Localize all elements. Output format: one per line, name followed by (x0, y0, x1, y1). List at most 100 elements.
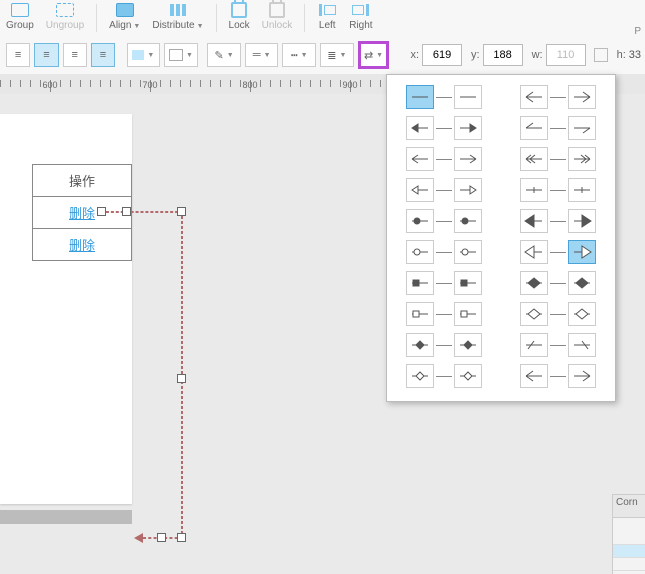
y-label: y: (471, 49, 480, 61)
lock-button[interactable]: Lock (229, 2, 250, 31)
arrow-row (505, 175, 611, 205)
handle[interactable] (177, 207, 186, 216)
arrow-row (505, 330, 611, 360)
arrow-row (391, 206, 497, 236)
arrow-end-option[interactable] (568, 178, 596, 202)
arrow-start-option[interactable] (406, 85, 434, 109)
arrow-row (505, 82, 611, 112)
opacity-button[interactable]: ▼ (164, 43, 198, 67)
arrow-end-option[interactable] (568, 333, 596, 357)
handle[interactable] (177, 533, 186, 542)
fill-color-button[interactable]: ▼ (127, 43, 161, 67)
arrow-end-option[interactable] (454, 85, 482, 109)
page: 操作 删除 删除 (0, 114, 132, 504)
distribute-button[interactable]: Distribute▼ (152, 2, 203, 31)
text-align-right-button[interactable]: ≡ (63, 43, 87, 67)
handle[interactable] (157, 533, 166, 542)
arrow-start-option[interactable] (520, 116, 548, 140)
ungroup-button[interactable]: Ungroup (46, 2, 84, 31)
connector-arrow-icon (134, 533, 143, 543)
arrow-start-option[interactable] (520, 271, 548, 295)
align-left-button[interactable]: Left (317, 2, 337, 31)
arrow-start-option[interactable] (406, 271, 434, 295)
arrow-end-option[interactable] (568, 85, 596, 109)
arrow-end-option[interactable] (568, 302, 596, 326)
handle[interactable] (122, 207, 131, 216)
arrow-row (391, 144, 497, 174)
delete-link[interactable]: 删除 (69, 206, 95, 221)
arrow-end-option[interactable] (454, 333, 482, 357)
panel-row[interactable] (613, 518, 645, 545)
linestyle-icon: ≣ (327, 49, 336, 62)
arrow-end-option[interactable] (568, 364, 596, 388)
line-weight-button[interactable]: ═▼ (245, 43, 279, 67)
page-shadow (0, 510, 132, 524)
arrow-start-option[interactable] (406, 302, 434, 326)
arrow-row (391, 237, 497, 267)
line-style-button[interactable]: ≣▼ (320, 43, 354, 67)
text-align-left-button[interactable]: ≡ (6, 43, 30, 67)
line-color-button[interactable]: ✎▼ (207, 43, 241, 67)
arrow-end-option[interactable] (568, 116, 596, 140)
arrow-start-option[interactable] (406, 240, 434, 264)
arrow-end-option[interactable] (454, 240, 482, 264)
text-align-center-button[interactable]: ≡ (34, 43, 58, 67)
arrow-end-option[interactable] (454, 147, 482, 171)
arrow-start-option[interactable] (406, 116, 434, 140)
arrow-start-option[interactable] (406, 178, 434, 202)
arrow-start-option[interactable] (520, 85, 548, 109)
panel-row[interactable] (613, 545, 645, 558)
arrow-style-button[interactable]: ⇄▼ (358, 41, 390, 69)
arrow-start-option[interactable] (406, 333, 434, 357)
arrow-end-option[interactable] (454, 116, 482, 140)
panel-row[interactable] (613, 558, 645, 571)
arrow-start-option[interactable] (406, 147, 434, 171)
h-label: h: (617, 49, 626, 61)
arrow-end-option[interactable] (568, 271, 596, 295)
delete-link[interactable]: 删除 (69, 238, 95, 253)
group-button[interactable]: Group (6, 2, 34, 31)
arrow-start-option[interactable] (520, 240, 548, 264)
arrow-row (391, 82, 497, 112)
w-label: w: (532, 49, 543, 61)
arrow-end-option[interactable] (454, 209, 482, 233)
vertical-align-button[interactable]: ≡ (91, 43, 115, 67)
unlock-button[interactable]: Unlock (262, 2, 293, 31)
arrow-row (391, 175, 497, 205)
divider (96, 4, 97, 32)
arrow-row (505, 206, 611, 236)
toolbar-top: Group Ungroup Align▼ Distribute▼ Lock Un… (0, 0, 645, 39)
align-center-icon: ≡ (43, 49, 49, 61)
y-input[interactable] (483, 44, 523, 66)
arrow-style-icon: ⇄ (364, 49, 373, 62)
align-button[interactable]: Align▼ (109, 2, 140, 31)
line-dash-button[interactable]: ┅▼ (282, 43, 316, 67)
arrow-start-option[interactable] (520, 178, 548, 202)
arrow-row (505, 113, 611, 143)
rotate-icon[interactable] (594, 48, 608, 62)
arrow-start-option[interactable] (520, 209, 548, 233)
handle[interactable] (97, 207, 106, 216)
arrow-end-option[interactable] (454, 302, 482, 326)
arrow-row (391, 113, 497, 143)
arrow-start-option[interactable] (520, 364, 548, 388)
arrow-end-option[interactable] (568, 209, 596, 233)
connector-seg1[interactable] (101, 211, 183, 213)
arrow-start-option[interactable] (406, 364, 434, 388)
arrow-start-option[interactable] (520, 333, 548, 357)
arrow-row (391, 361, 497, 391)
align-right-icon: ≡ (71, 49, 77, 61)
align-left-icon: ≡ (15, 49, 21, 61)
arrow-end-option[interactable] (568, 240, 596, 264)
arrow-end-option[interactable] (454, 178, 482, 202)
arrow-end-option[interactable] (454, 364, 482, 388)
arrow-start-option[interactable] (406, 209, 434, 233)
arrow-end-option[interactable] (454, 271, 482, 295)
handle[interactable] (177, 374, 186, 383)
arrow-end-option[interactable] (568, 147, 596, 171)
align-right-button[interactable]: Right (349, 2, 372, 31)
arrow-start-option[interactable] (520, 302, 548, 326)
x-input[interactable] (422, 44, 462, 66)
arrow-start-option[interactable] (520, 147, 548, 171)
w-input[interactable] (546, 44, 586, 66)
